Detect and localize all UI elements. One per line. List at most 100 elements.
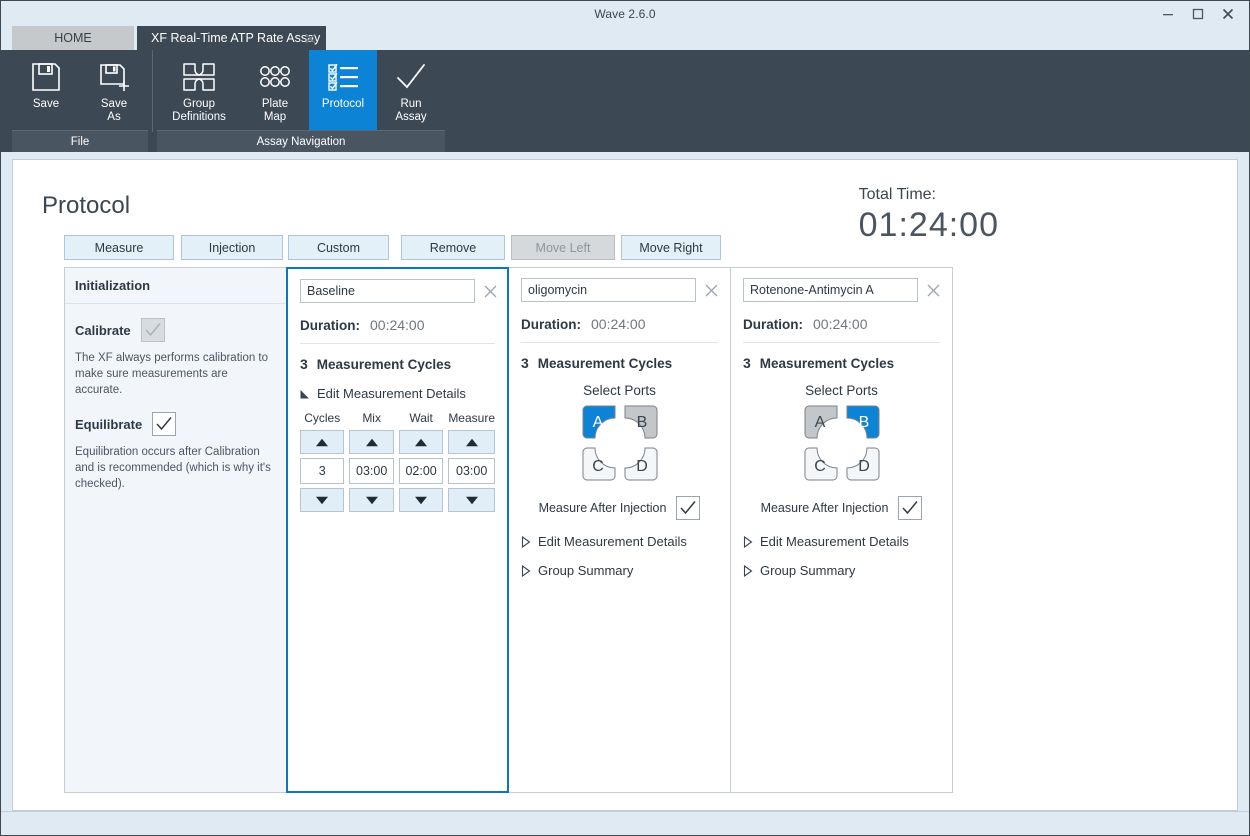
cycles-label: Measurement Cycles	[317, 357, 451, 372]
remove-step-icon[interactable]	[924, 281, 942, 299]
ribbon-group-assay-navigation-label: Assay Navigation	[157, 130, 445, 152]
panel-step-baseline[interactable]: Duration: 00:24:00 3 Measurement Cycles …	[286, 267, 509, 793]
measure-after-injection-label: Measure After Injection	[761, 501, 889, 515]
remove-step-icon[interactable]	[481, 282, 499, 300]
measurement-details-grid: Cycles Mix Wait Measure 3 03:00 02:00 03…	[300, 411, 495, 512]
calibrate-label: Calibrate	[75, 323, 131, 338]
close-button[interactable]	[1213, 2, 1243, 26]
measure-after-injection-row: Measure After Injection	[743, 496, 940, 520]
content-area: Protocol Total Time: 01:24:00 Measure In…	[12, 159, 1238, 811]
group-definitions-icon	[181, 58, 217, 96]
wait-increment-button[interactable]	[399, 430, 443, 454]
measure-button[interactable]: Measure	[64, 235, 174, 260]
panel-step-oligomycin[interactable]: Duration: 00:24:00 3 Measurement Cycles …	[508, 267, 731, 793]
ribbon-button-run-assay[interactable]: Run Assay	[377, 50, 445, 130]
ribbon-group-file-label: File	[12, 130, 148, 152]
plate-map-label-line2: Map	[264, 111, 286, 123]
ribbon-button-protocol[interactable]: Protocol	[309, 50, 377, 130]
md-header-measure: Measure	[448, 411, 495, 430]
measure-after-injection-checkbox[interactable]	[898, 496, 922, 520]
equilibrate-note: Equilibration occurs after Calibration a…	[65, 436, 286, 492]
move-left-button[interactable]: Move Left	[511, 235, 615, 260]
window-title: Wave 2.6.0	[594, 7, 655, 21]
protocol-icon	[326, 58, 360, 96]
ribbon: Save Save As	[1, 50, 1249, 152]
save-label: Save	[33, 98, 59, 111]
remove-step-icon[interactable]	[702, 281, 720, 299]
ribbon-separator	[152, 50, 153, 132]
step-name-input-baseline[interactable]	[300, 279, 475, 303]
ribbon-group-assay-navigation: Group Definitions	[157, 50, 445, 152]
port-a-label: A	[814, 414, 825, 431]
ribbon-button-save[interactable]: Save	[12, 50, 80, 130]
group-summary-label: Group Summary	[760, 563, 855, 578]
mix-decrement-button[interactable]	[349, 488, 393, 512]
ribbon-button-save-as[interactable]: Save As	[80, 50, 148, 130]
group-definitions-label-line2: Definitions	[172, 111, 226, 123]
minimize-button[interactable]	[1153, 2, 1183, 26]
group-definitions-label-line1: Group	[183, 98, 215, 110]
panel-step-rotenone-antimycin-a[interactable]: Duration: 00:24:00 3 Measurement Cycles …	[730, 267, 953, 793]
cycles-value[interactable]: 3	[300, 458, 344, 484]
wait-decrement-button[interactable]	[399, 488, 443, 512]
duration-row: Duration: 00:24:00	[300, 317, 495, 344]
edit-measurement-details-toggle[interactable]: Edit Measurement Details	[521, 534, 718, 549]
plate-map-icon	[258, 58, 292, 96]
minimize-icon	[1162, 8, 1174, 20]
step-name-row	[743, 278, 940, 302]
check-icon	[144, 322, 162, 338]
cycles-row: 3 Measurement Cycles	[300, 356, 495, 372]
move-right-button[interactable]: Move Right	[621, 235, 721, 260]
cycles-count: 3	[300, 356, 308, 372]
total-time: Total Time: 01:24:00	[859, 186, 999, 245]
port-c-label: C	[814, 458, 826, 475]
remove-button[interactable]: Remove	[401, 235, 505, 260]
duration-value: 00:24:00	[370, 317, 425, 333]
calibrate-checkbox[interactable]	[141, 318, 165, 342]
window-controls	[1153, 1, 1243, 26]
ribbon-button-group-definitions[interactable]: Group Definitions	[157, 50, 241, 130]
wait-value[interactable]: 02:00	[399, 458, 443, 484]
duration-label: Duration:	[300, 318, 360, 333]
equilibrate-row: Equilibrate	[65, 398, 286, 436]
check-icon	[679, 500, 697, 516]
application-window: Wave 2.6.0 HOME XF Real-Time ATP Rate As…	[0, 0, 1250, 836]
tab-home[interactable]: HOME	[12, 26, 134, 50]
measure-value[interactable]: 03:00	[448, 458, 495, 484]
edit-measurement-details-label: Edit Measurement Details	[317, 386, 466, 401]
group-summary-label: Group Summary	[538, 563, 633, 578]
measure-after-injection-checkbox[interactable]	[676, 496, 700, 520]
equilibrate-checkbox[interactable]	[152, 412, 176, 436]
group-summary-toggle[interactable]: Group Summary	[521, 563, 718, 578]
mix-value[interactable]: 03:00	[349, 458, 393, 484]
group-summary-toggle[interactable]: Group Summary	[743, 563, 940, 578]
step-name-row	[521, 278, 718, 302]
cycles-increment-button[interactable]	[300, 430, 344, 454]
calibrate-note: The XF always performs calibration to ma…	[65, 342, 286, 398]
duration-row: Duration: 00:24:00	[743, 316, 940, 343]
measure-increment-button[interactable]	[448, 430, 495, 454]
cycles-decrement-button[interactable]	[300, 488, 344, 512]
edit-measurement-details-toggle[interactable]: Edit Measurement Details	[300, 386, 495, 401]
edit-measurement-details-label: Edit Measurement Details	[760, 534, 909, 549]
measure-after-injection-label: Measure After Injection	[539, 501, 667, 515]
maximize-icon	[1192, 8, 1204, 20]
maximize-button[interactable]	[1183, 2, 1213, 26]
edit-measurement-details-toggle[interactable]: Edit Measurement Details	[743, 534, 940, 549]
port-selector: A B C D	[581, 404, 659, 482]
tab-strip: HOME XF Real-Time ATP Rate Assay	[1, 26, 1249, 50]
mix-increment-button[interactable]	[349, 430, 393, 454]
tab-close-icon[interactable]	[302, 30, 318, 46]
save-icon	[29, 58, 63, 96]
step-name-input-rotenone-antimycin-a[interactable]	[743, 278, 918, 302]
ribbon-button-plate-map[interactable]: Plate Map	[241, 50, 309, 130]
duration-row: Duration: 00:24:00	[521, 316, 718, 343]
injection-button[interactable]: Injection	[181, 235, 283, 260]
custom-button[interactable]: Custom	[288, 235, 389, 260]
port-d-label: D	[636, 458, 648, 475]
step-name-input-oligomycin[interactable]	[521, 278, 696, 302]
protocol-label: Protocol	[322, 98, 364, 111]
measure-decrement-button[interactable]	[448, 488, 495, 512]
tab-assay-document[interactable]: XF Real-Time ATP Rate Assay	[137, 26, 326, 50]
plate-map-label-line1: Plate	[262, 98, 288, 110]
